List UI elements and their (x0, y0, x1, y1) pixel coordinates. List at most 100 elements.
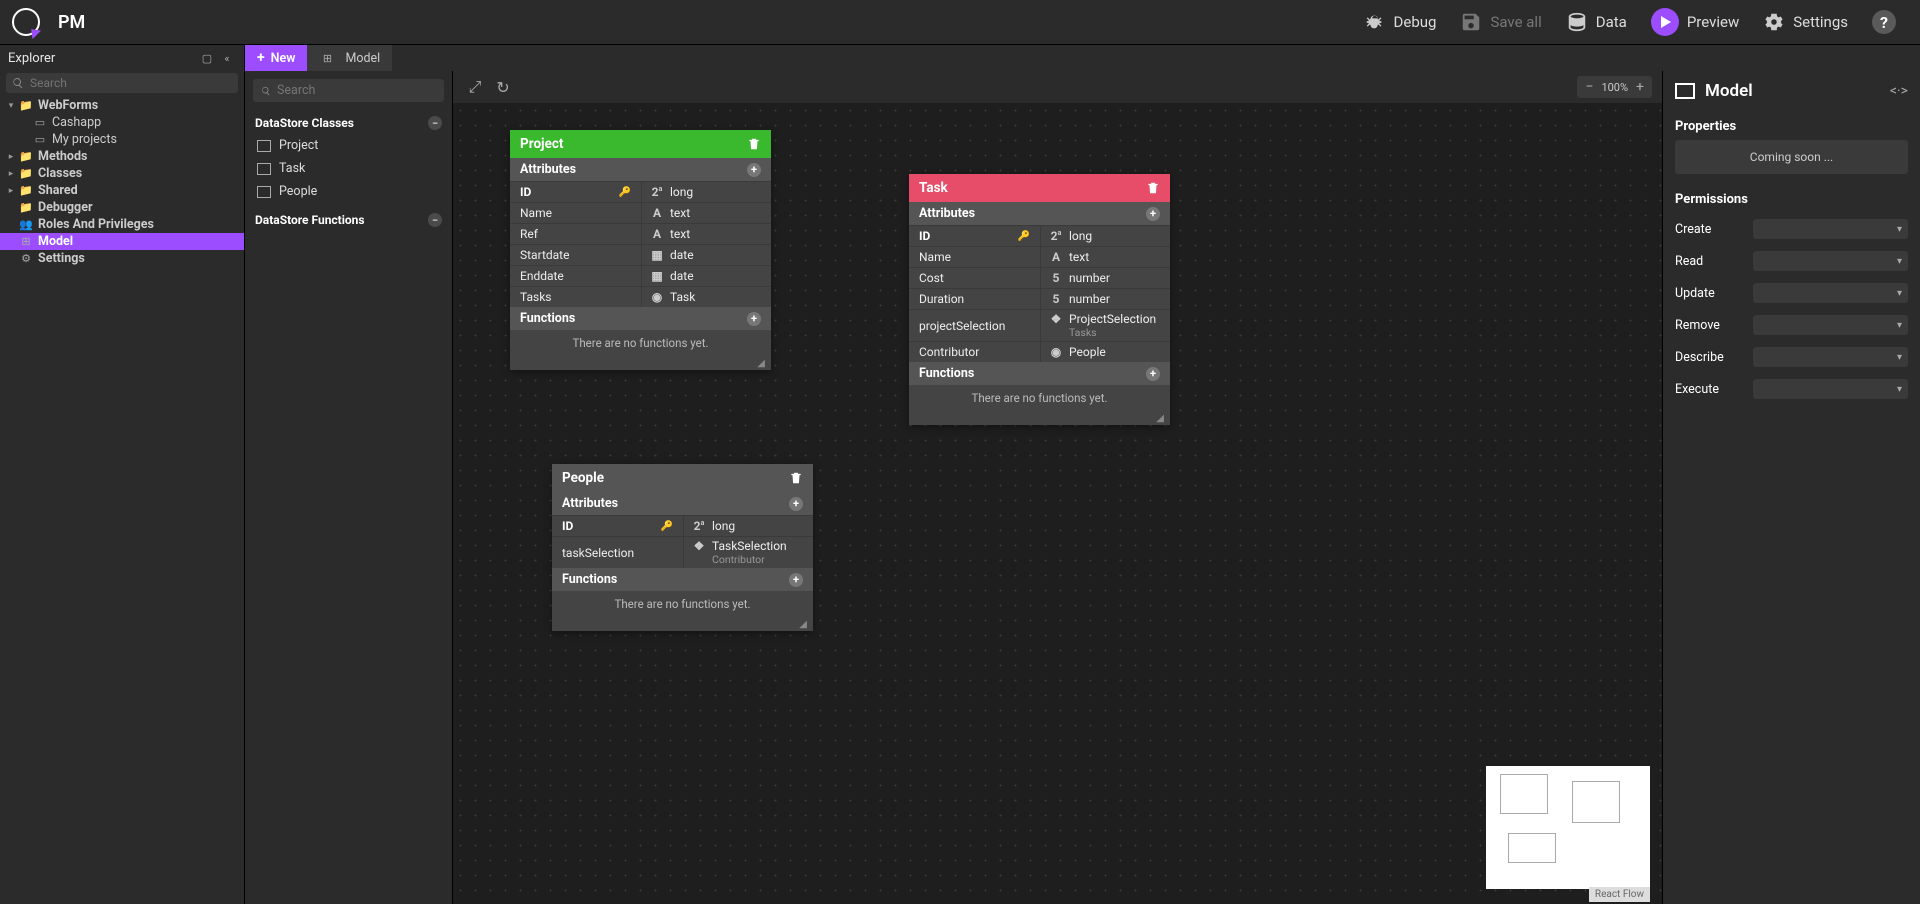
calendar-icon: ▦ (650, 269, 664, 283)
zoom-out-button[interactable]: − (1585, 79, 1593, 95)
fit-view-button[interactable]: ⤢ (463, 75, 487, 99)
attributes-header: Attributes (919, 206, 975, 221)
relation-icon: ◉ (650, 290, 664, 304)
add-function-button[interactable]: + (789, 573, 803, 587)
relation-icon: ◉ (1049, 345, 1063, 359)
save-all-label: Save all (1490, 13, 1541, 31)
debug-label: Debug (1394, 13, 1437, 31)
key-icon: 🔑 (619, 187, 631, 198)
zoom-in-button[interactable]: + (1636, 79, 1644, 95)
save-icon (1460, 11, 1482, 33)
datastore-classes-header[interactable]: DataStore Classes− (245, 112, 452, 134)
datastore-search-input[interactable] (277, 83, 436, 98)
perm-remove-label: Remove (1675, 318, 1743, 333)
ds-class-task[interactable]: Task (245, 157, 452, 180)
refresh-button[interactable]: ↻ (491, 75, 515, 99)
explorer-tree: ▾📁WebForms ▭Cashapp ▭My projects ▸📁Metho… (0, 97, 244, 904)
tab-model[interactable]: ⊞Model (307, 45, 392, 71)
perm-describe-select[interactable]: ▾ (1753, 347, 1908, 367)
perm-update-select[interactable]: ▾ (1753, 283, 1908, 303)
new-tab-button[interactable]: +New (245, 45, 307, 71)
collapse-icon[interactable]: − (428, 213, 442, 227)
settings-button[interactable]: Settings (1751, 5, 1860, 39)
gear-icon: ⚙ (18, 252, 34, 265)
explorer-collapse-button[interactable]: « (218, 49, 236, 67)
tree-item-myprojects[interactable]: ▭My projects (0, 131, 244, 148)
canvas-toolbar: ⤢ ↻ − 100% + (453, 71, 1662, 103)
perm-read-select[interactable]: ▾ (1753, 251, 1908, 271)
preview-label: Preview (1687, 13, 1739, 31)
play-icon (1651, 8, 1679, 36)
bug-icon (1364, 11, 1386, 33)
folder-icon: 📁 (18, 150, 34, 163)
explorer-search-input[interactable] (30, 76, 232, 90)
add-attribute-button[interactable]: + (1146, 207, 1160, 221)
node-task[interactable]: Task Attributes+ ID🔑2along NameAtext Cos… (909, 174, 1170, 425)
trash-icon[interactable] (747, 137, 761, 151)
tree-item-shared[interactable]: ▸📁Shared (0, 182, 244, 199)
minimap[interactable] (1486, 766, 1650, 889)
trash-icon[interactable] (789, 471, 803, 485)
resize-handle[interactable]: ◢ (552, 617, 813, 631)
add-attribute-button[interactable]: + (747, 163, 761, 177)
text-icon: A (650, 227, 664, 241)
number-icon: 2a (650, 185, 664, 199)
collapse-icon[interactable]: − (428, 116, 442, 130)
table-icon (257, 186, 271, 198)
functions-header: Functions (520, 311, 575, 326)
explorer-restore-button[interactable]: ▢ (198, 49, 216, 67)
zoom-control: − 100% + (1577, 76, 1652, 98)
table-icon (257, 140, 271, 152)
tree-item-classes[interactable]: ▸📁Classes (0, 165, 244, 182)
preview-button[interactable]: Preview (1639, 2, 1751, 42)
resize-handle[interactable]: ◢ (909, 411, 1170, 425)
properties-header: Properties (1663, 111, 1920, 140)
tree-item-model[interactable]: ⊞Model (0, 233, 244, 250)
node-project[interactable]: Project Attributes+ ID🔑2along NameAtext … (510, 130, 771, 370)
roles-icon: 👥 (18, 218, 34, 231)
trash-icon[interactable] (1146, 181, 1160, 195)
calendar-icon: ▦ (650, 248, 664, 262)
add-attribute-button[interactable]: + (789, 497, 803, 511)
help-button[interactable]: ? (1860, 4, 1908, 40)
ds-class-people[interactable]: People (245, 180, 452, 203)
text-icon: A (650, 206, 664, 220)
perm-remove-select[interactable]: ▾ (1753, 315, 1908, 335)
model-canvas[interactable]: ⤢ ↻ − 100% + Projec (453, 71, 1662, 904)
search-icon (12, 77, 24, 89)
tabbar: +New ⊞Model (245, 45, 1920, 71)
table-icon (257, 163, 271, 175)
text-icon: A (1049, 250, 1063, 264)
tree-item-methods[interactable]: ▸📁Methods (0, 148, 244, 165)
perm-update-label: Update (1675, 286, 1743, 301)
node-people[interactable]: People Attributes+ ID🔑2along taskSelecti… (552, 464, 813, 631)
tree-item-roles[interactable]: 👥Roles And Privileges (0, 216, 244, 233)
tree-item-cashapp[interactable]: ▭Cashapp (0, 114, 244, 131)
perm-execute-select[interactable]: ▾ (1753, 379, 1908, 399)
perm-read-label: Read (1675, 254, 1743, 269)
folder-icon: 📁 (18, 184, 34, 197)
explorer-search[interactable] (6, 73, 238, 93)
datastore-functions-header[interactable]: DataStore Functions− (245, 209, 452, 231)
tree-item-debugger[interactable]: 📁Debugger (0, 199, 244, 216)
app-title: PM (58, 12, 85, 33)
datastore-search[interactable] (253, 79, 444, 102)
resize-handle[interactable]: ◢ (510, 356, 771, 370)
number-icon: 5 (1049, 292, 1063, 306)
model-icon: ⊞ (319, 52, 335, 65)
data-label: Data (1596, 13, 1627, 31)
react-flow-attribution: React Flow (1589, 887, 1650, 902)
tree-item-webforms[interactable]: ▾📁WebForms (0, 97, 244, 114)
add-function-button[interactable]: + (1146, 367, 1160, 381)
perm-create-select[interactable]: ▾ (1753, 219, 1908, 239)
number-icon: 2a (1049, 229, 1063, 243)
save-all-button[interactable]: Save all (1448, 5, 1553, 39)
add-function-button[interactable]: + (747, 312, 761, 326)
data-button[interactable]: Data (1554, 5, 1639, 39)
explorer-panel: Explorer ▢ « ▾📁WebForms ▭Cashapp ▭My pro… (0, 45, 245, 904)
code-icon[interactable]: <·> (1890, 83, 1908, 99)
ds-class-project[interactable]: Project (245, 134, 452, 157)
window-icon: ▭ (32, 116, 48, 129)
debug-button[interactable]: Debug (1352, 5, 1449, 39)
tree-item-settings[interactable]: ⚙Settings (0, 250, 244, 267)
